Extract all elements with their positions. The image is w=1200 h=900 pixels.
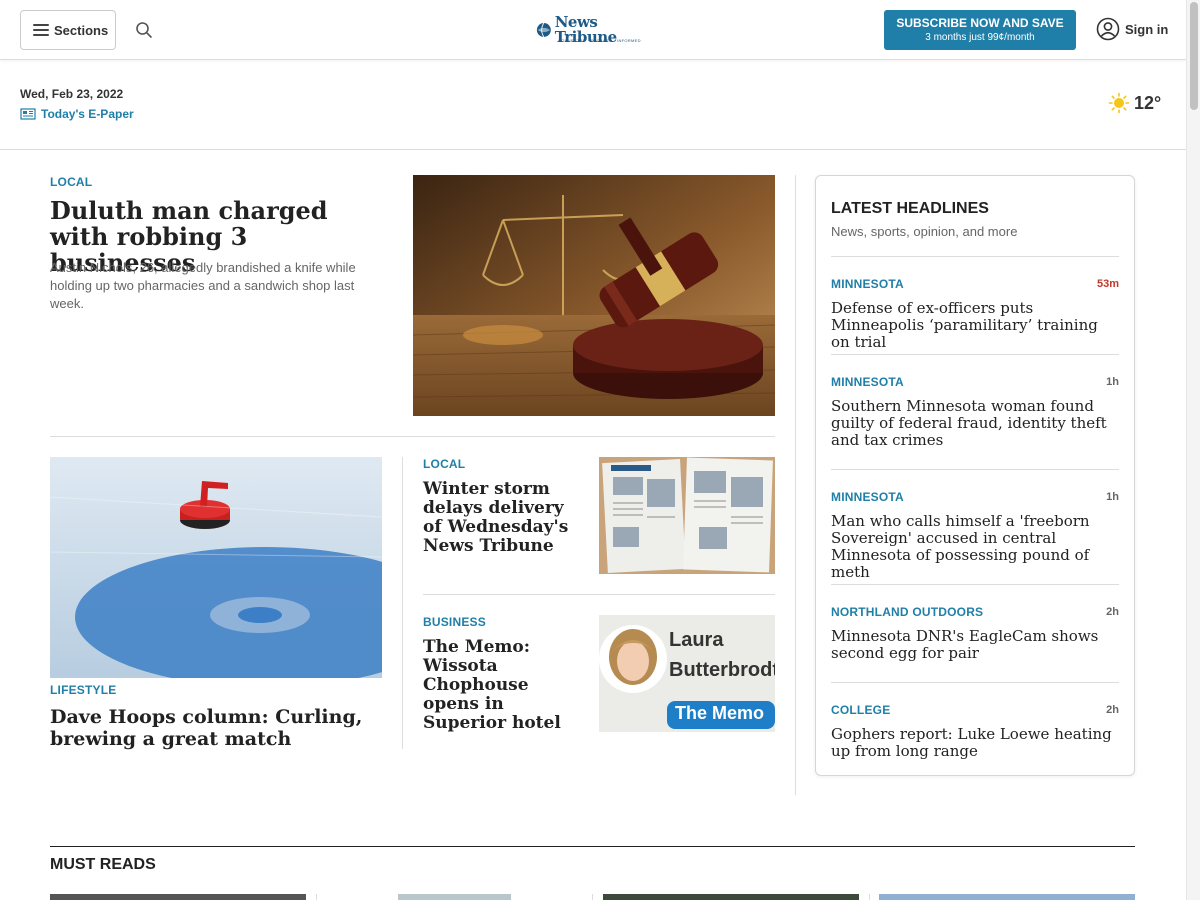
user-account-icon — [1096, 17, 1120, 41]
weather-widget[interactable]: 12° — [1108, 92, 1161, 114]
headline-item[interactable]: MINNESOTA 1h Southern Minnesota woman fo… — [831, 375, 1119, 449]
curling-story-headline[interactable]: Dave Hoops column: Curling, brewing a gr… — [50, 706, 382, 750]
headline-time: 2h — [1106, 606, 1119, 618]
headline-kicker[interactable]: COLLEGE — [831, 703, 1119, 717]
headline-time: 1h — [1106, 491, 1119, 503]
headline-item[interactable]: COLLEGE 2h Gophers report: Luke Loewe he… — [831, 703, 1119, 760]
curling-story-kicker[interactable]: LIFESTYLE — [50, 683, 116, 697]
globe-logo-icon — [536, 22, 551, 38]
search-icon[interactable] — [135, 21, 153, 39]
column-divider — [316, 894, 317, 900]
site-logo[interactable]: News Tribune CONNECTED · ENGAGED · INFOR… — [536, 15, 650, 45]
side-story-headline[interactable]: Winter storm delays delivery of Wednesda… — [423, 480, 583, 556]
headline-title[interactable]: Defense of ex-officers puts Minneapolis … — [831, 300, 1119, 351]
must-reads-heading: MUST READS — [50, 856, 156, 873]
headline-time: 2h — [1106, 704, 1119, 716]
column-divider — [592, 894, 593, 900]
date-weather-bar: Wed, Feb 23, 2022 Today's E-Paper 12° — [0, 60, 1186, 150]
columnist-last-name: Butterbrodt — [669, 659, 775, 681]
lead-story-kicker[interactable]: LOCAL — [50, 175, 92, 189]
divider — [50, 436, 775, 437]
epaper-label: Today's E-Paper — [41, 107, 134, 121]
newspaper-photo[interactable] — [599, 457, 775, 574]
side-story-kicker[interactable]: LOCAL — [423, 457, 465, 471]
column-divider — [795, 175, 796, 795]
headline-time: 53m — [1096, 278, 1119, 290]
headline-title[interactable]: Southern Minnesota woman found guilty of… — [831, 398, 1119, 449]
must-read-thumbnail[interactable] — [50, 894, 306, 900]
headline-item[interactable]: MINNESOTA 53m Defense of ex-officers put… — [831, 277, 1119, 351]
latest-headlines-subheading: News, sports, opinion, and more — [831, 224, 1018, 239]
the-memo-columnist-image[interactable]: Laura Butterbrodt The Memo — [599, 615, 775, 732]
must-read-thumbnail[interactable] — [398, 894, 511, 900]
column-divider — [402, 457, 403, 749]
headline-time: 1h — [1106, 376, 1119, 388]
subscribe-headline: SUBSCRIBE NOW AND SAVE — [896, 16, 1064, 30]
column-divider — [869, 894, 870, 900]
headline-kicker[interactable]: NORTHLAND OUTDOORS — [831, 605, 1119, 619]
sign-in-label: Sign in — [1125, 21, 1169, 37]
curling-stone-photo[interactable] — [50, 457, 382, 678]
subscribe-offer: 3 months just 99¢/month — [925, 32, 1035, 43]
hamburger-icon — [33, 24, 49, 36]
sign-in-button[interactable]: Sign in — [1096, 17, 1168, 41]
top-navigation-bar: Sections News Tribune CONNECTED · ENGAGE… — [0, 0, 1186, 60]
scrollbar-thumb[interactable] — [1190, 2, 1198, 110]
sun-icon — [1108, 92, 1130, 114]
headline-title[interactable]: Minnesota DNR's EagleCam shows second eg… — [831, 628, 1119, 662]
the-memo-badge: The Memo — [675, 703, 765, 723]
epaper-link[interactable]: Today's E-Paper — [20, 107, 134, 121]
columnist-first-name: Laura — [669, 629, 724, 651]
headline-kicker[interactable]: MINNESOTA — [831, 277, 1119, 291]
logo-tagline: CONNECTED · ENGAGED · INFORMED — [558, 38, 641, 43]
newspaper-icon — [20, 108, 36, 120]
divider — [423, 594, 775, 595]
gavel-photo[interactable] — [413, 175, 775, 416]
headline-kicker[interactable]: MINNESOTA — [831, 490, 1119, 504]
must-read-thumbnail[interactable] — [603, 894, 859, 900]
side-story-headline[interactable]: The Memo: Wissota Chophouse opens in Sup… — [423, 638, 583, 733]
sections-label: Sections — [54, 22, 109, 38]
headline-title[interactable]: Gophers report: Luke Loewe heating up fr… — [831, 726, 1119, 760]
side-story-kicker[interactable]: BUSINESS — [423, 615, 486, 629]
sections-menu-button[interactable]: Sections — [20, 10, 116, 50]
latest-headlines-heading: LATEST HEADLINES — [831, 200, 989, 217]
subscribe-button[interactable]: SUBSCRIBE NOW AND SAVE 3 months just 99¢… — [884, 10, 1076, 50]
page-scrollbar[interactable] — [1186, 0, 1200, 900]
must-read-thumbnail[interactable] — [879, 894, 1135, 900]
headline-item[interactable]: NORTHLAND OUTDOORS 2h Minnesota DNR's Ea… — [831, 605, 1119, 662]
headline-title[interactable]: Man who calls himself a 'freeborn Sovere… — [831, 513, 1119, 581]
section-rule — [50, 846, 1135, 847]
headline-item[interactable]: MINNESOTA 1h Man who calls himself a 'fr… — [831, 490, 1119, 581]
temperature: 12° — [1134, 92, 1162, 113]
headline-kicker[interactable]: MINNESOTA — [831, 375, 1119, 389]
lead-story-summary: Austin Nichols, 26, allegedly brandished… — [50, 260, 356, 311]
latest-headlines-panel: LATEST HEADLINES News, sports, opinion, … — [815, 175, 1135, 776]
current-date: Wed, Feb 23, 2022 — [20, 87, 124, 101]
